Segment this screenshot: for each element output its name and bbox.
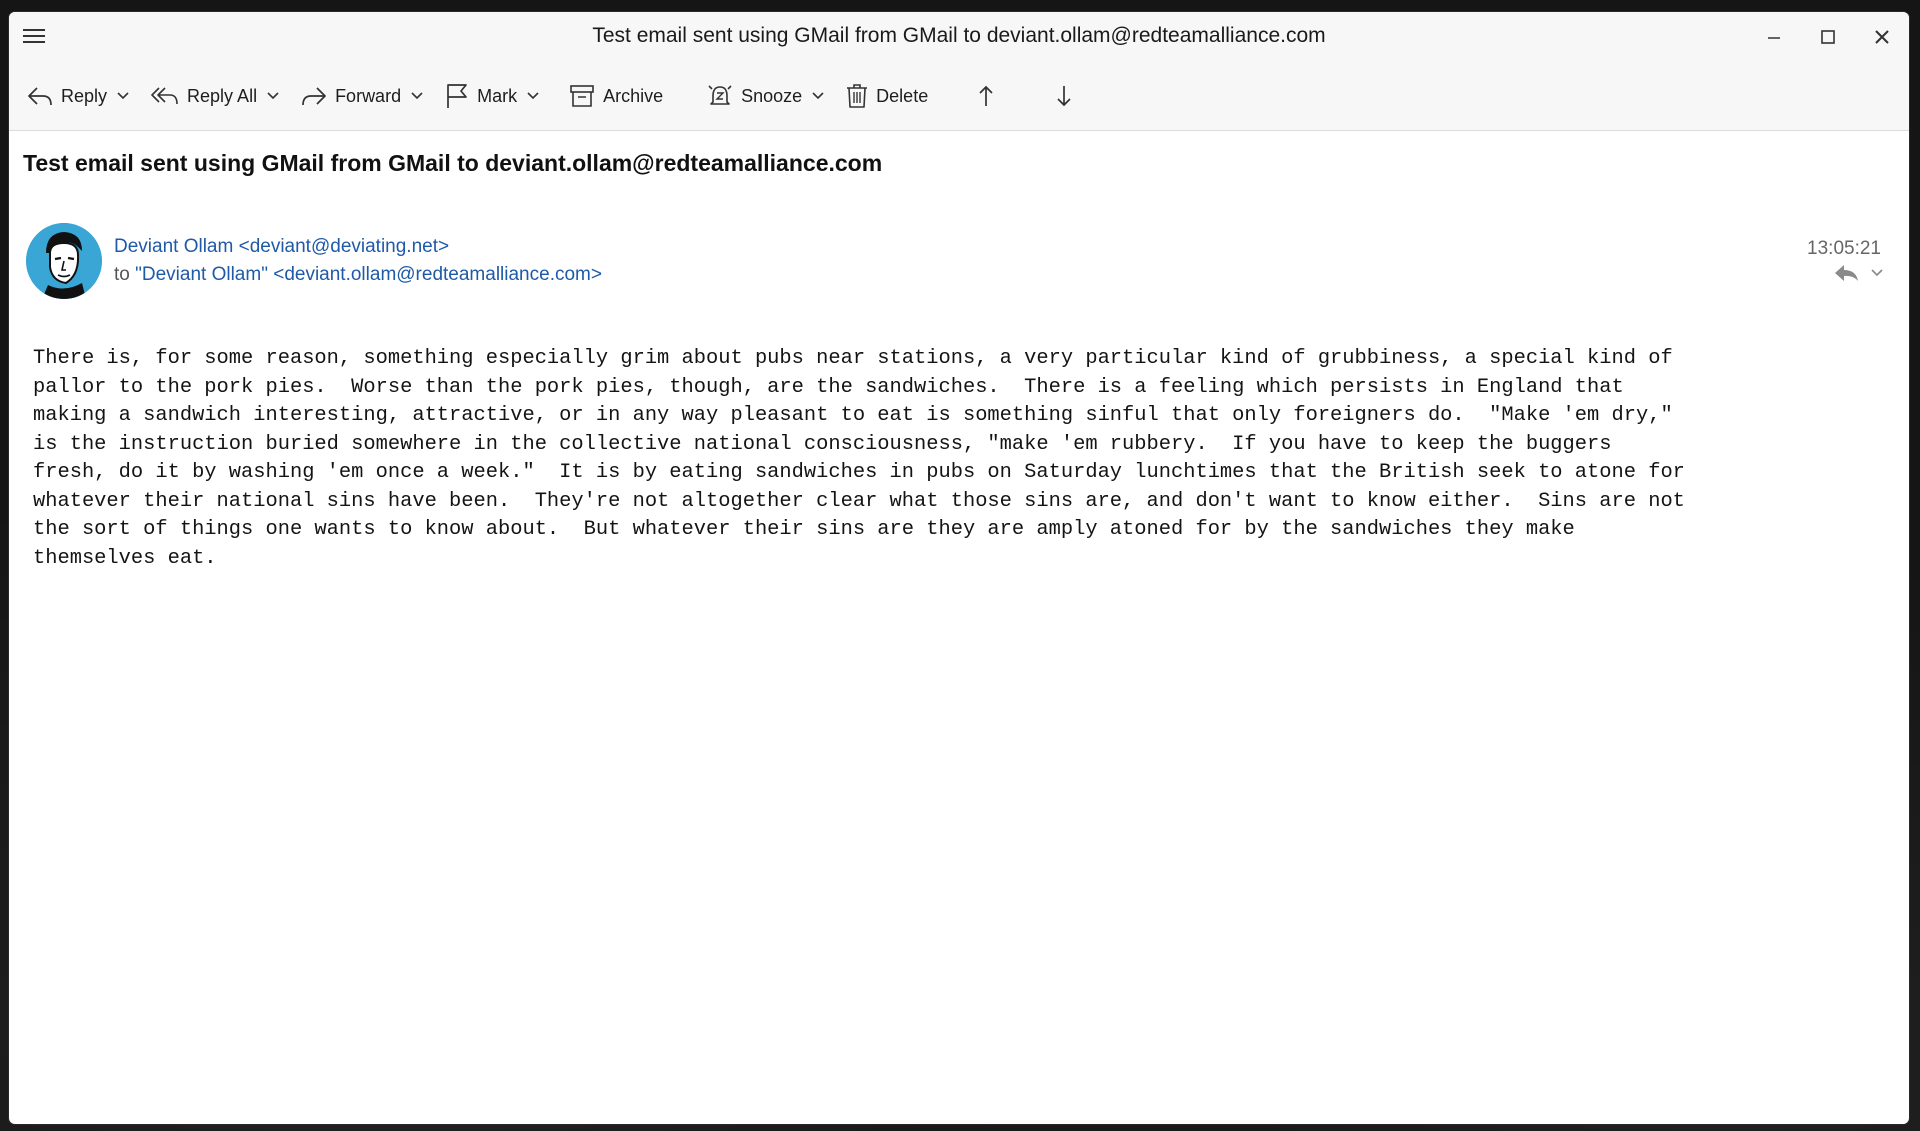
message-subject: Test email sent using GMail from GMail t… (23, 150, 883, 176)
hamburger-icon[interactable] (23, 25, 45, 45)
mail-window: Test email sent using GMail from GMail t… (9, 12, 1909, 1124)
chevron-down-icon[interactable] (812, 92, 824, 100)
recipient-address[interactable]: "Deviant Ollam" <deviant.ollam@redteamal… (135, 264, 602, 285)
reply-label: Reply (61, 85, 108, 106)
arrow-up-icon (979, 85, 993, 106)
archive-label: Archive (603, 85, 664, 106)
message-time: 13:05:21 (1807, 238, 1881, 259)
close-icon (1875, 30, 1889, 44)
window-title: Test email sent using GMail from GMail t… (592, 24, 1326, 47)
close-button[interactable] (1855, 12, 1909, 62)
sender-address[interactable]: Deviant Ollam <deviant@deviating.net> (114, 236, 449, 258)
minimize-icon (1768, 37, 1780, 39)
recipient-line: to "Deviant Ollam" <deviant.ollam@redtea… (114, 264, 602, 286)
mark-button[interactable]: Mark (437, 74, 547, 118)
archive-button[interactable]: Archive (561, 74, 671, 118)
reply-all-icon (151, 87, 178, 105)
reply-icon (1835, 265, 1858, 281)
forward-label: Forward (335, 85, 402, 106)
minimize-button[interactable] (1747, 12, 1801, 62)
snooze-icon (708, 85, 732, 105)
trash-icon (847, 84, 868, 108)
next-message-button[interactable] (1048, 74, 1080, 118)
chevron-down-icon[interactable] (527, 92, 539, 100)
snooze-label: Snooze (741, 85, 803, 106)
snooze-button[interactable]: Snooze (699, 74, 832, 118)
message-options-button[interactable] (1871, 269, 1883, 277)
chevron-down-icon[interactable] (117, 92, 129, 100)
maximize-button[interactable] (1801, 12, 1855, 62)
reply-all-button[interactable]: Reply All (143, 74, 287, 118)
sender-avatar-illustration (26, 223, 102, 299)
message-toolbar: Reply Reply All Forward Mark Archive Sno… (9, 62, 1909, 131)
chevron-down-icon (1871, 269, 1883, 277)
archive-icon (570, 85, 594, 107)
maximize-icon (1821, 30, 1835, 44)
previous-message-button[interactable] (970, 74, 1002, 118)
window-controls (1747, 12, 1909, 62)
title-bar: Test email sent using GMail from GMail t… (9, 12, 1909, 62)
mark-label: Mark (477, 85, 518, 106)
flag-icon (447, 84, 467, 108)
reply-button[interactable]: Reply (19, 74, 137, 118)
message-quick-actions (1833, 263, 1883, 283)
chevron-down-icon[interactable] (411, 92, 423, 100)
chevron-down-icon[interactable] (267, 92, 279, 100)
reply-all-label: Reply All (187, 85, 258, 106)
desktop-background: Test email sent using GMail from GMail t… (0, 0, 1920, 1131)
delete-button[interactable]: Delete (838, 74, 936, 118)
quick-reply-button[interactable] (1833, 263, 1859, 283)
avatar[interactable] (26, 223, 102, 299)
arrow-down-icon (1057, 86, 1071, 107)
recipient-prefix: to (114, 264, 130, 285)
reply-icon (28, 87, 52, 106)
delete-label: Delete (876, 85, 929, 106)
forward-button[interactable]: Forward (293, 74, 431, 118)
forward-icon (302, 87, 326, 106)
message-body: There is, for some reason, something esp… (33, 347, 1685, 570)
